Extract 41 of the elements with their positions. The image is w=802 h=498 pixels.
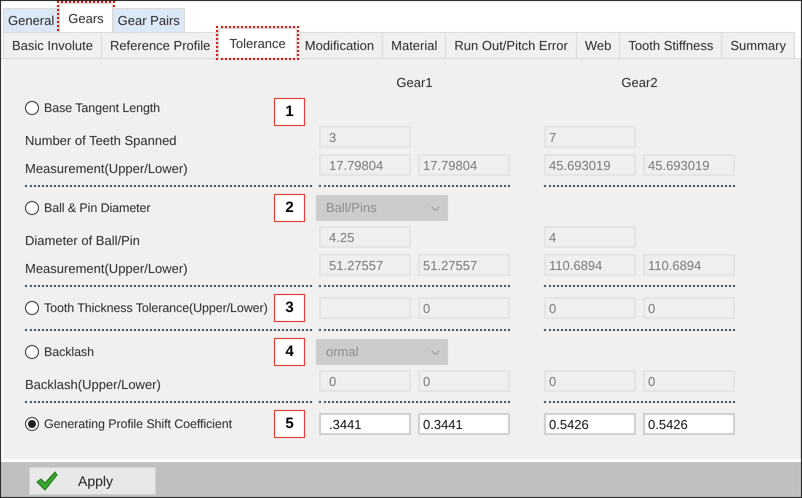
tab[interactable]: Tooth Stiffness	[619, 32, 722, 58]
caret-icon	[431, 350, 440, 354]
field-label: Measurement(Upper/Lower)	[25, 260, 189, 278]
input-field[interactable]: 0.3441	[418, 413, 510, 435]
radio-button[interactable]	[25, 417, 39, 431]
field-label: Diameter of Ball/Pin	[25, 232, 141, 250]
callout-number: 5	[274, 410, 305, 438]
field-label: Measurement(Upper/Lower)	[25, 160, 189, 178]
apply-button[interactable]: Apply	[29, 467, 156, 495]
tab[interactable]: Gears	[59, 2, 113, 33]
tab[interactable]: Modification	[296, 32, 384, 58]
radio-button[interactable]	[25, 101, 39, 115]
callout-number: 3	[274, 294, 305, 322]
tab[interactable]: Summary	[721, 32, 795, 58]
caret-icon	[431, 206, 440, 210]
tab[interactable]: Run Out/Pitch Error	[445, 32, 577, 58]
tab[interactable]: Basic Involute	[3, 32, 102, 58]
field-label: Backlash(Upper/Lower)	[25, 376, 162, 394]
option-label: Generating Profile Shift Coefficient	[44, 416, 232, 433]
callout-number: 1	[274, 98, 305, 126]
column-header: Gear2	[620, 74, 659, 92]
column-header: Gear1	[395, 74, 434, 92]
tab[interactable]: General	[3, 8, 60, 33]
radio-button[interactable]	[25, 201, 39, 215]
tab[interactable]: Material	[382, 32, 446, 58]
radio-button[interactable]	[25, 345, 39, 359]
callout-number: 4	[274, 338, 305, 366]
field-label: Number of Teeth Spanned	[25, 132, 178, 150]
option-label: Ball & Pin Diameter	[44, 200, 150, 217]
tab[interactable]: Web	[576, 32, 620, 58]
radio-button[interactable]	[25, 301, 39, 315]
option-label: Tooth Thickness Tolerance(Upper/Lower)	[44, 300, 268, 317]
option-label: Backlash	[44, 344, 94, 361]
callout-number: 2	[274, 194, 305, 222]
input-field[interactable]: 0.5426	[643, 413, 735, 435]
option-label: Base Tangent Length	[44, 100, 160, 117]
tab[interactable]: Reference Profile	[100, 32, 220, 58]
input-field[interactable]: 0.5426	[544, 413, 636, 435]
checkmark-icon	[36, 471, 58, 491]
tab[interactable]: Gear Pairs	[112, 8, 185, 33]
input-field[interactable]: .3441	[319, 413, 411, 435]
